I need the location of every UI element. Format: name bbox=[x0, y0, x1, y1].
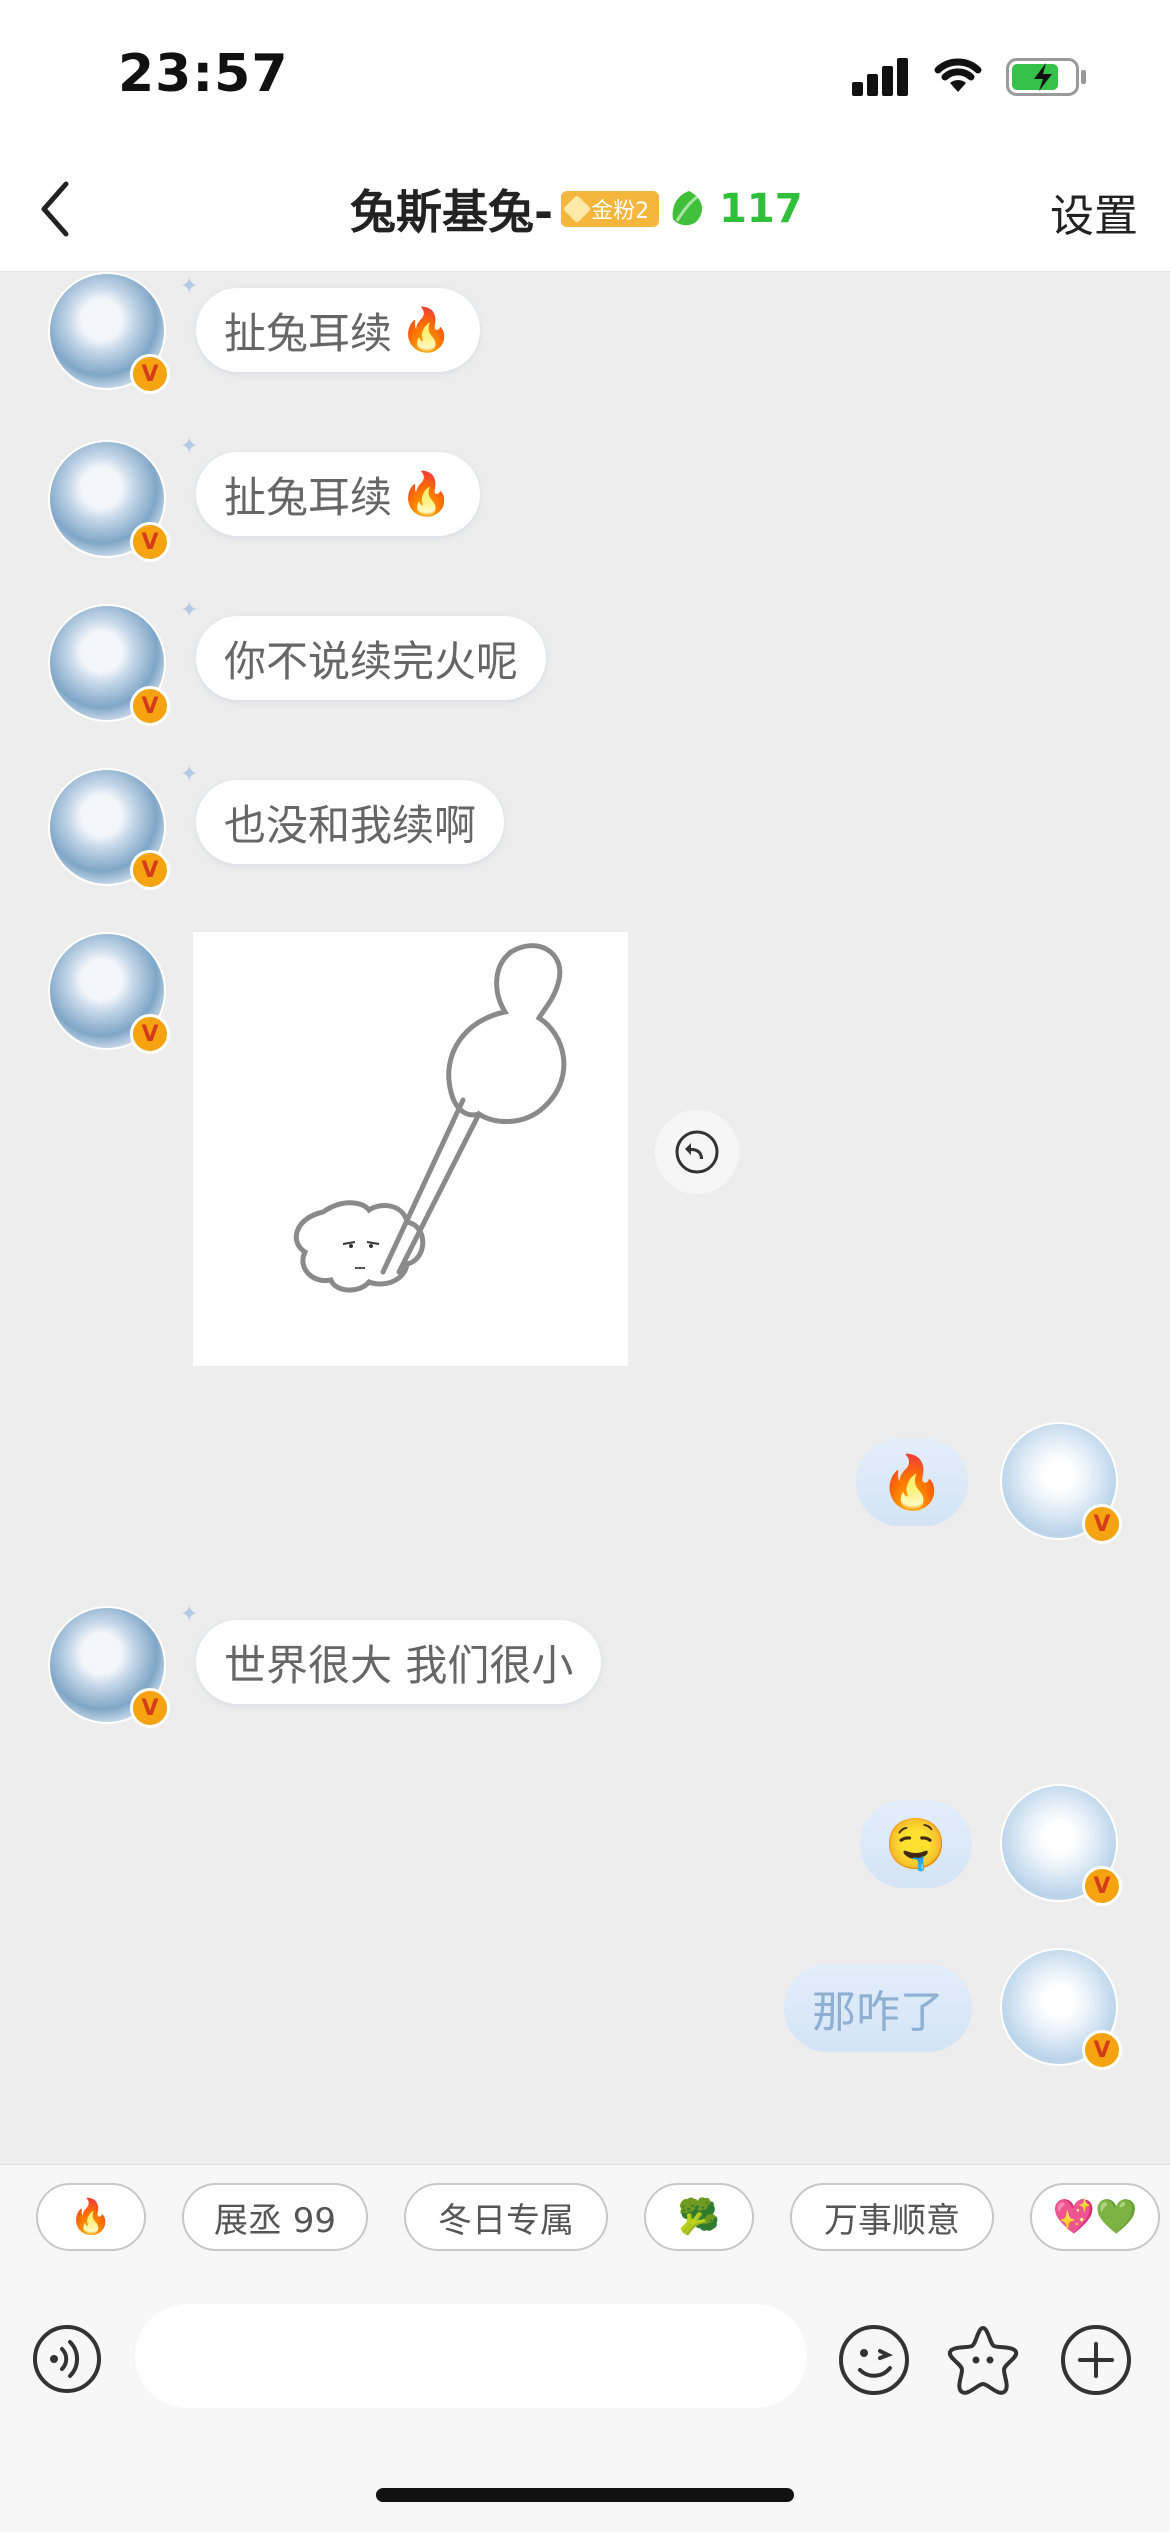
contact-avatar[interactable]: V bbox=[48, 604, 170, 726]
emoji-button[interactable] bbox=[838, 2324, 910, 2396]
message-bubble[interactable]: 也没和我续啊 bbox=[196, 780, 505, 864]
fan-badge-label: 金粉2 bbox=[591, 199, 650, 224]
diamond-icon bbox=[562, 194, 592, 224]
fan-level-badge: 金粉2 bbox=[561, 191, 660, 227]
chat-screen: 23:57 兔斯基兔- 金粉2 117 设置 V 扯兔耳续 🔥 ✦ V 扯兔耳续… bbox=[0, 0, 1170, 2532]
verified-badge-icon: V bbox=[130, 1014, 170, 1054]
plus-button[interactable] bbox=[1060, 2324, 1132, 2396]
message-bubble[interactable]: 扯兔耳续 🔥 bbox=[196, 452, 481, 536]
replay-button[interactable] bbox=[655, 1110, 739, 1194]
verified-badge-icon: V bbox=[130, 686, 170, 726]
message-list[interactable]: V 扯兔耳续 🔥 ✦ V 扯兔耳续 🔥 ✦ V 你不说续完火呢 ✦ V 也没和我… bbox=[0, 272, 1170, 2164]
message-text: 也没和我续啊 bbox=[224, 800, 477, 850]
undo-icon bbox=[675, 1130, 719, 1174]
my-avatar[interactable]: V bbox=[1000, 1784, 1122, 1906]
quick-reply-chip[interactable]: 冬日专属 bbox=[404, 2183, 608, 2251]
quick-reply-bar: 🔥 展丞 99 冬日专属 🥦 万事顺意 💖💚 bbox=[0, 2164, 1170, 2288]
sparkle-icon: ✦ bbox=[180, 1602, 199, 1627]
quick-reply-chip[interactable]: 展丞 99 bbox=[182, 2183, 368, 2251]
message-bubble[interactable]: 世界很大 我们很小 bbox=[196, 1620, 602, 1704]
sparkle-icon: ✦ bbox=[180, 434, 199, 459]
verified-badge-icon: V bbox=[130, 354, 170, 394]
sent-emoji-bubble[interactable]: 🤤 bbox=[860, 1800, 972, 1888]
settings-button[interactable]: 设置 bbox=[1050, 180, 1138, 244]
quick-reply-chip[interactable]: 💖💚 bbox=[1030, 2183, 1160, 2251]
contact-name: 兔斯基兔- bbox=[350, 185, 554, 239]
input-bar bbox=[0, 2288, 1170, 2532]
sparkle-icon: ✦ bbox=[180, 762, 199, 787]
verified-badge-icon: V bbox=[1082, 1504, 1122, 1544]
status-time: 23:57 bbox=[118, 44, 289, 104]
message-text: 扯兔耳续 bbox=[224, 472, 393, 522]
message-input[interactable] bbox=[135, 2304, 807, 2408]
wifi-icon bbox=[934, 58, 982, 92]
message-bubble[interactable]: 你不说续完火呢 bbox=[196, 616, 547, 700]
my-avatar[interactable]: V bbox=[1000, 1422, 1122, 1544]
sparkle-icon: ✦ bbox=[180, 598, 199, 623]
message-text: 你不说续完火呢 bbox=[224, 636, 519, 686]
sparkle-icon: ✦ bbox=[180, 274, 199, 299]
message-text: 扯兔耳续 bbox=[224, 308, 393, 358]
verified-badge-icon: V bbox=[130, 850, 170, 890]
message-bubble[interactable]: 扯兔耳续 🔥 bbox=[196, 288, 481, 372]
verified-badge-icon: V bbox=[130, 1688, 170, 1728]
contact-avatar[interactable]: V bbox=[48, 932, 170, 1054]
voice-input-button[interactable] bbox=[32, 2324, 102, 2394]
sticker-image[interactable] bbox=[193, 932, 628, 1366]
my-avatar[interactable]: V bbox=[1000, 1948, 1122, 2070]
sent-emoji-bubble[interactable]: 🔥 bbox=[856, 1438, 968, 1526]
leaf-icon bbox=[672, 191, 703, 226]
quick-reply-chip[interactable]: 万事顺意 bbox=[790, 2183, 994, 2251]
quick-reply-chip[interactable]: 🥦 bbox=[644, 2183, 754, 2251]
verified-badge-icon: V bbox=[1082, 2030, 1122, 2070]
fire-emoji: 🔥 bbox=[400, 305, 453, 354]
verified-badge-icon: V bbox=[130, 522, 170, 562]
leaf-count: 117 bbox=[719, 186, 803, 232]
home-indicator bbox=[376, 2488, 794, 2502]
sticker-star-button[interactable] bbox=[946, 2322, 1020, 2396]
fire-emoji: 🔥 bbox=[400, 469, 453, 518]
contact-avatar[interactable]: V bbox=[48, 440, 170, 562]
contact-avatar[interactable]: V bbox=[48, 1606, 170, 1728]
chat-title[interactable]: 兔斯基兔- 金粉2 117 bbox=[350, 174, 803, 244]
back-button[interactable] bbox=[30, 174, 90, 244]
message-text: 世界很大 我们很小 bbox=[224, 1640, 574, 1690]
nav-bar: 兔斯基兔- 金粉2 117 设置 bbox=[0, 150, 1170, 272]
verified-badge-icon: V bbox=[1082, 1866, 1122, 1906]
contact-avatar[interactable]: V bbox=[48, 272, 170, 394]
quick-reply-chip[interactable]: 🔥 bbox=[36, 2183, 146, 2251]
contact-avatar[interactable]: V bbox=[48, 768, 170, 890]
battery-icon bbox=[1006, 58, 1086, 96]
status-bar: 23:57 bbox=[0, 0, 1170, 150]
sent-message-bubble[interactable]: 那咋了 bbox=[784, 1964, 972, 2052]
signal-icon bbox=[852, 58, 910, 96]
